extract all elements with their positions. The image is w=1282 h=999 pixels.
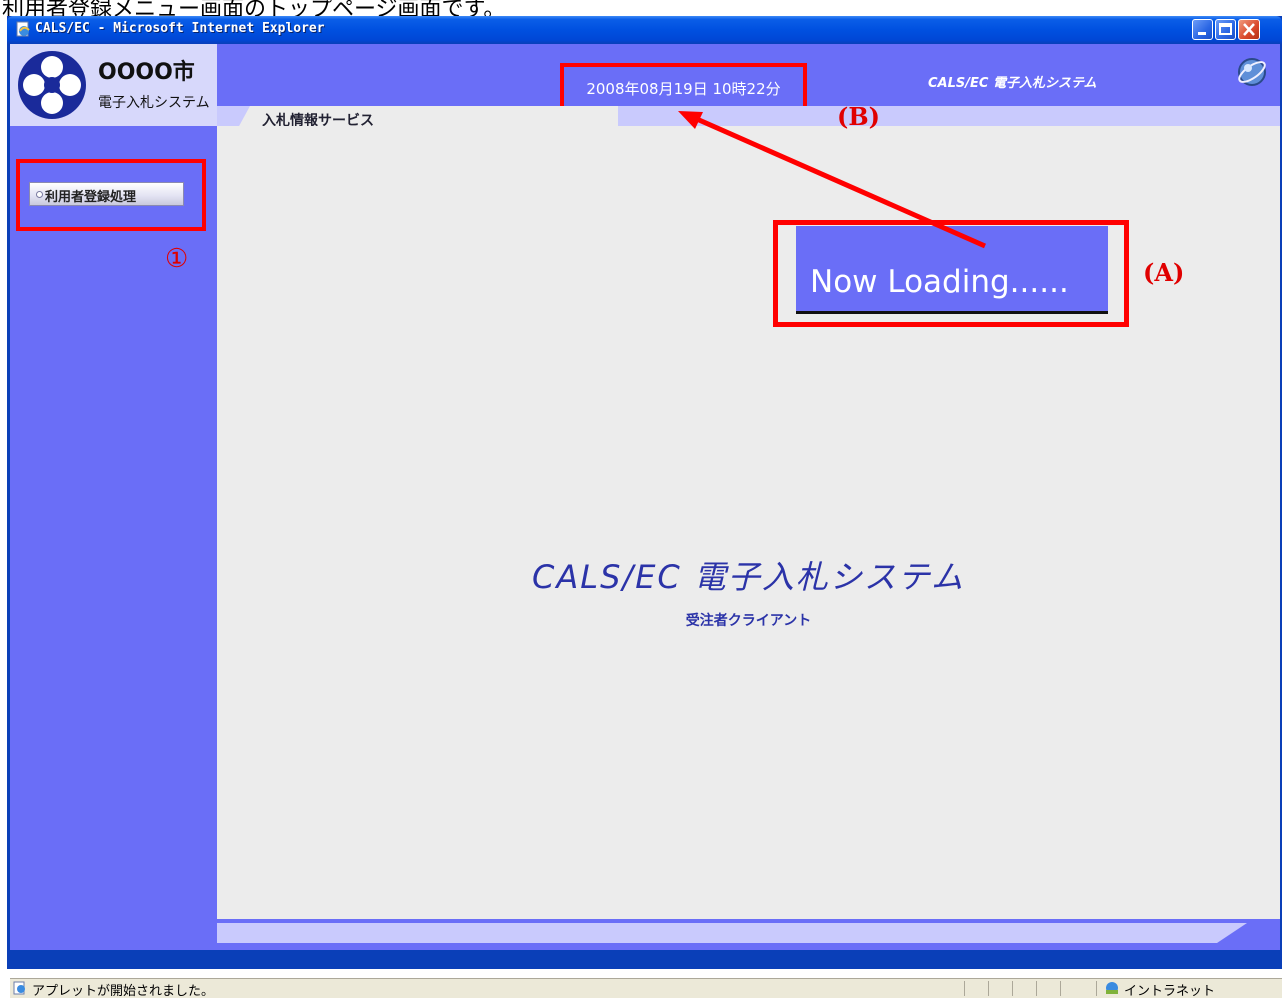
maximize-icon [1219,23,1232,35]
close-icon [1243,23,1255,36]
browser-content: OOOO市 電子入札システム 2008年08月19日 10時22分 CALS/E… [10,44,1282,999]
status-separator [1012,981,1013,996]
sidebar-item-user-registration[interactable]: 利用者登録処理 [29,182,184,206]
security-zone: イントラネット [1124,984,1216,999]
sidebar-item-label: 利用者登録処理 [45,190,137,205]
close-button[interactable] [1238,19,1260,40]
header-system-name: CALS/EC 電子入札システム [928,76,1097,91]
loading-text: Now Loading...... [810,264,1069,300]
status-separator [1036,981,1037,996]
logo-area: OOOO市 電子入札システム [10,44,217,126]
footer-band [217,923,1247,943]
status-separator [988,981,989,996]
annotation-label-b: (B) [837,102,880,131]
app-header: OOOO市 電子入札システム 2008年08月19日 10時22分 CALS/E… [10,44,1280,129]
window-title: CALS/EC - Microsoft Internet Explorer [35,21,325,36]
status-bar: アプレットが開始されました。 イントラネット [10,978,1282,999]
logo-system-name: 電子入札システム [98,95,210,111]
annotation-label-a: (A) [1143,258,1185,287]
minimize-button[interactable] [1192,19,1213,40]
city-emblem-icon [18,51,86,119]
browser-window: CALS/EC - Microsoft Internet Explorer OO… [7,16,1282,999]
datetime-text: 2008年08月19日 10時22分 [586,80,781,98]
annotation-label-1: ① [165,244,189,274]
status-separator [1060,981,1061,996]
loading-panel: Now Loading...... [796,226,1108,314]
main-title: CALS/EC 電子入札システム [532,558,965,596]
title-bar[interactable]: CALS/EC - Microsoft Internet Explorer [7,16,1282,44]
datetime-display: 2008年08月19日 10時22分 [560,63,807,111]
ie-logo-icon [1238,58,1266,86]
page-status-icon [13,981,25,995]
ie-page-icon [16,21,30,37]
maximize-button[interactable] [1215,19,1236,40]
city-name: OOOO市 [98,60,195,85]
status-message: アプレットが開始されました。 [32,984,215,999]
footer-strip [217,919,1280,950]
bullet-icon [36,191,43,198]
status-separator [1096,981,1097,996]
status-separator [964,981,965,996]
minimize-icon [1198,32,1206,35]
main-subtitle: 受注者クライアント [685,613,812,629]
intranet-zone-icon [1106,982,1118,994]
